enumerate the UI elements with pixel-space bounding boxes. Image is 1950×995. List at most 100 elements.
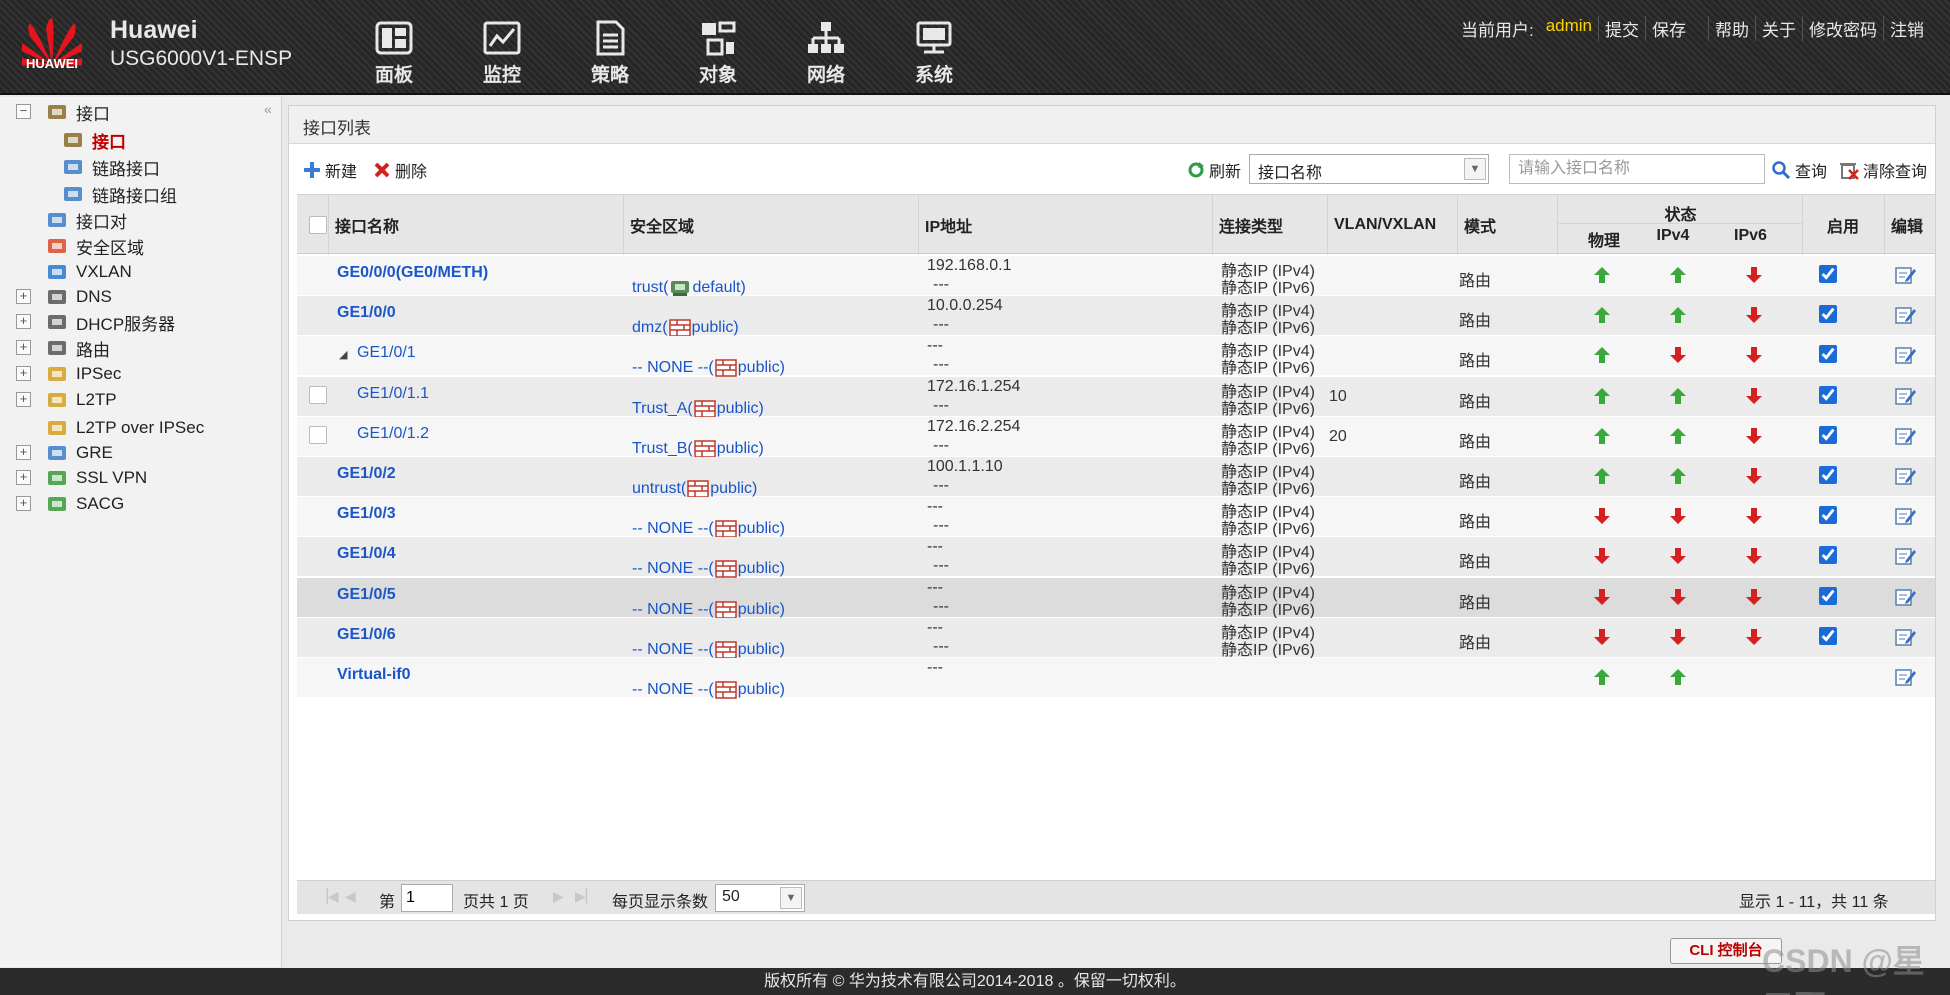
sidebar-item-12[interactable]: L2TP over IPSec (46, 415, 204, 441)
firewall-icon (715, 681, 737, 699)
sidebar-item-3[interactable]: 链路接口组 (62, 181, 177, 207)
logout-link[interactable]: 注销 (1883, 16, 1930, 41)
sidebar-item-10[interactable]: + IPSec (16, 361, 121, 387)
expand-icon[interactable]: + (16, 314, 31, 329)
change-password-link[interactable]: 修改密码 (1802, 16, 1883, 41)
delete-button[interactable]: 删除 (373, 158, 427, 182)
expand-icon[interactable]: + (16, 366, 31, 381)
enable-checkbox[interactable] (1819, 345, 1837, 364)
col-name[interactable]: 接口名称 (329, 195, 624, 255)
table-row[interactable]: ◢ GE1/0/1 -- NONE --( public) --- --- 静态IP (I… (297, 336, 1935, 377)
nav-dashboard[interactable]: 面板 (340, 20, 448, 90)
enable-checkbox[interactable] (1819, 385, 1837, 404)
sidebar-item-label: 链路接口 (92, 159, 160, 179)
table-row[interactable]: GE1/0/0 dmz( public) 10.0.0.254 --- 静态IP (IP… (297, 296, 1935, 337)
expand-icon[interactable]: + (16, 445, 31, 460)
toolbar: 新建 删除 刷新 接口名称 ▼ 查询 清除查询 (289, 150, 1935, 190)
refresh-button[interactable]: 刷新 (1187, 158, 1241, 182)
about-link[interactable]: 关于 (1755, 16, 1802, 41)
expand-icon[interactable]: + (16, 470, 31, 485)
page-size-select[interactable]: 50 ▼ (715, 884, 805, 912)
brand-name: Huawei (110, 16, 198, 44)
ipv6-status-icon (1745, 668, 1765, 688)
col-mode[interactable]: 模式 (1458, 195, 1558, 255)
table-row[interactable]: GE1/0/1.2 Trust_B( public) 172.16.2.254 ---… (297, 416, 1935, 458)
collapse-icon[interactable]: − (16, 104, 31, 119)
submit-link[interactable]: 提交 (1598, 16, 1645, 41)
expand-icon[interactable]: + (16, 340, 31, 355)
refresh-icon (1188, 162, 1204, 178)
sidebar-item-13[interactable]: + GRE (16, 440, 113, 466)
prev-page-icon[interactable]: ◀ (345, 888, 356, 905)
nav-monitor[interactable]: 监控 (448, 20, 556, 90)
expand-icon[interactable]: + (16, 289, 31, 304)
new-button[interactable]: 新建 (303, 158, 357, 182)
enable-checkbox[interactable] (1819, 626, 1837, 645)
table-row[interactable]: GE1/0/6 -- NONE --( public) --- --- 静态IP (IP… (297, 617, 1935, 659)
enable-checkbox[interactable] (1819, 586, 1837, 605)
nav-network[interactable]: 网络 (772, 20, 880, 90)
sidebar-item-7[interactable]: + DNS (16, 284, 112, 310)
sidebar-item-14[interactable]: + SSL VPN (16, 465, 147, 491)
expand-icon[interactable]: + (16, 392, 31, 407)
table-row[interactable]: GE1/0/2 untrust( public) 100.1.1.10 --- 静态IP… (297, 457, 1935, 498)
next-page-icon[interactable]: ▶ (553, 888, 564, 905)
table-row[interactable]: GE1/0/1.1 Trust_A( public) 172.16.1.254 ---… (297, 376, 1935, 418)
zone-name: dmz( (632, 319, 668, 337)
enable-checkbox[interactable] (1819, 546, 1837, 565)
page-number-input[interactable] (401, 884, 453, 912)
security-zone-link[interactable]: -- NONE --( public) (632, 670, 785, 710)
expand-icon[interactable]: + (16, 496, 31, 511)
col-vlan[interactable]: VLAN/VXLAN (1328, 195, 1458, 255)
search-input[interactable] (1509, 154, 1765, 184)
enable-checkbox[interactable] (1819, 506, 1837, 525)
search-field-select[interactable]: 接口名称 ▼ (1249, 154, 1489, 184)
nav-object[interactable]: 对象 (664, 20, 772, 90)
edit-icon[interactable] (1894, 667, 1916, 707)
sidebar-item-9[interactable]: + 路由 (16, 335, 110, 361)
enable-checkbox[interactable] (1819, 425, 1837, 444)
col-conn-type[interactable]: 连接类型 (1213, 195, 1328, 255)
route-icon (46, 338, 68, 358)
sidebar-item-1[interactable]: 接口 (62, 127, 126, 153)
last-page-icon[interactable]: ▶▏ (575, 888, 597, 905)
clear-query-button[interactable]: 清除查询 (1839, 158, 1927, 182)
physical-status-icon (1593, 628, 1613, 648)
enable-checkbox[interactable] (1819, 466, 1837, 484)
link-group-icon (62, 184, 84, 204)
col-zone[interactable]: 安全区域 (624, 195, 919, 255)
enable-checkbox[interactable] (1819, 265, 1837, 283)
sidebar-item-label: 路由 (76, 340, 110, 360)
select-all-checkbox[interactable] (309, 216, 327, 234)
sidebar-item-label: 安全区域 (76, 238, 144, 258)
physical-status-icon (1593, 266, 1613, 286)
query-button[interactable]: 查询 (1771, 158, 1827, 182)
table-row[interactable]: Virtual-if0 -- NONE --( public) --- (297, 658, 1935, 699)
table-row[interactable]: GE1/0/3 -- NONE --( public) --- --- 静态IP (IP… (297, 497, 1935, 538)
help-link[interactable]: 帮助 (1708, 16, 1755, 41)
sidebar-item-8[interactable]: + DHCP服务器 (16, 309, 175, 335)
row-checkbox[interactable] (309, 425, 327, 444)
ipv6-status-icon (1745, 547, 1765, 567)
interface-name-link[interactable]: Virtual-if0 (337, 666, 411, 706)
row-checkbox[interactable] (309, 385, 327, 404)
table-row[interactable]: GE1/0/5 -- NONE --( public) --- --- 静态IP (IP… (297, 577, 1935, 619)
sidebar-item-6[interactable]: VXLAN (46, 259, 132, 285)
sidebar-item-11[interactable]: + L2TP (16, 387, 117, 413)
zone-vsys: public) (737, 640, 785, 658)
sidebar-item-15[interactable]: + SACG (16, 491, 124, 517)
table-row[interactable]: GE1/0/4 -- NONE --( public) --- --- 静态IP (IP… (297, 537, 1935, 578)
sidebar-item-0[interactable]: − 接口 (16, 99, 110, 125)
table-row[interactable]: GE0/0/0(GE0/METH) trust( default) 192.168.… (297, 256, 1935, 297)
collapse-sidebar-icon[interactable]: « (264, 101, 272, 117)
save-link[interactable]: 保存 (1645, 16, 1692, 41)
sidebar-item-4[interactable]: 接口对 (46, 207, 127, 233)
query-label: 查询 (1795, 164, 1828, 181)
nav-system[interactable]: 系统 (880, 20, 988, 90)
nav-policy[interactable]: 策略 (556, 20, 664, 90)
sidebar-item-5[interactable]: 安全区域 (46, 233, 144, 259)
first-page-icon[interactable]: ▕◀ (317, 888, 339, 905)
enable-checkbox[interactable] (1819, 305, 1837, 324)
sidebar-item-2[interactable]: 链路接口 (62, 154, 160, 180)
col-ip[interactable]: IP地址 (919, 195, 1213, 255)
